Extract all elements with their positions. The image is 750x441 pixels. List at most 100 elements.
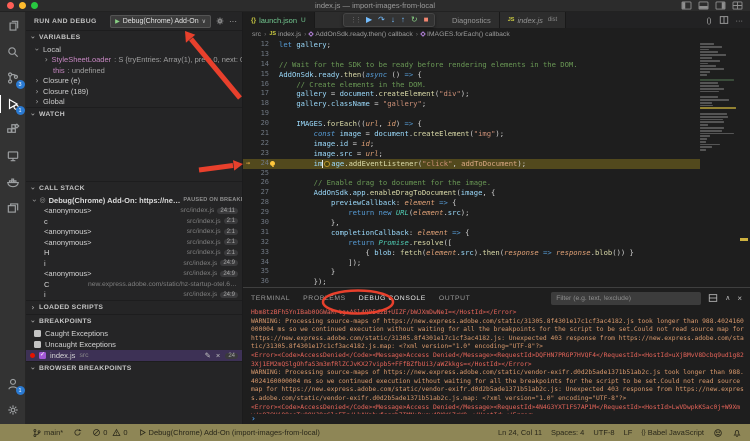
loaded-scripts-header[interactable]: › LOADED SCRIPTS bbox=[26, 301, 242, 314]
git-branch-item[interactable]: main* bbox=[32, 428, 63, 438]
breadcrumb-item[interactable]: JS index.js bbox=[269, 31, 301, 38]
views-more-icon[interactable]: ··· bbox=[229, 17, 237, 26]
indentation-item[interactable]: Spaces: 4 bbox=[551, 428, 584, 437]
browser-breakpoints-header[interactable]: › BROWSER BREAKPOINTS bbox=[26, 362, 242, 375]
watch-header[interactable]: › WATCH bbox=[26, 108, 242, 121]
stack-frame-row[interactable]: <anonymous> src/index.js 2:1 bbox=[26, 237, 242, 248]
restart-button[interactable]: ↻ bbox=[411, 16, 418, 24]
step-out-button[interactable]: ↑ bbox=[401, 16, 405, 24]
stack-frame-row[interactable]: i src/index.js 24:9 bbox=[26, 290, 242, 301]
breadcrumb-item[interactable]: src bbox=[252, 31, 261, 38]
breakpoint-checkbox[interactable] bbox=[34, 330, 41, 337]
source-control-icon[interactable]: 3 bbox=[4, 69, 25, 89]
breadcrumb-item[interactable]: AddOnSdk.ready.then() callback bbox=[308, 31, 413, 38]
variable-row[interactable]: › StyleSheetLoader: S {tryEntries: Array(… bbox=[26, 55, 242, 66]
remote-explorer-icon[interactable] bbox=[4, 147, 22, 165]
search-icon[interactable] bbox=[4, 43, 22, 61]
breakpoint-row[interactable]: Caught Exceptions bbox=[26, 328, 242, 339]
js-file-icon: JS bbox=[269, 31, 277, 37]
line-number: 32 bbox=[260, 237, 269, 246]
tab-index-js[interactable]: JS index.js dist bbox=[499, 12, 567, 28]
debug-config-dropdown[interactable]: ▶ Debug(Chrome) Add-On ∨ bbox=[110, 14, 211, 28]
overview-ruler[interactable] bbox=[738, 40, 750, 287]
edit-breakpoint-icon[interactable]: ✎ bbox=[205, 351, 211, 360]
variable-row[interactable]: this: undefined bbox=[26, 65, 242, 76]
more-actions-icon[interactable]: ··· bbox=[736, 16, 744, 25]
run-and-debug-icon[interactable]: 1 bbox=[0, 95, 25, 115]
close-panel-icon[interactable]: × bbox=[737, 294, 742, 303]
panel-tab-debug-console[interactable]: DEBUG CONSOLE bbox=[359, 295, 426, 302]
debug-console[interactable]: Hbm8tzBFh5YnIBab0OGWaMrtg+ASl4QD5d2B+UIZ… bbox=[243, 308, 750, 424]
variable-row[interactable]: › Local bbox=[26, 44, 242, 55]
notifications-item[interactable] bbox=[732, 428, 742, 438]
cursor-position-item[interactable]: Ln 24, Col 11 bbox=[498, 428, 542, 437]
lightbulb-icon[interactable] bbox=[270, 160, 275, 168]
panel-tab-output[interactable]: OUTPUT bbox=[439, 295, 471, 302]
close-window-icon[interactable] bbox=[7, 2, 14, 9]
problems-item[interactable]: 0 0 bbox=[92, 428, 128, 437]
breakpoints-header[interactable]: › BREAKPOINTS bbox=[26, 315, 242, 328]
start-debug-icon[interactable]: ▶ bbox=[115, 18, 120, 25]
extensions-icon[interactable] bbox=[4, 121, 22, 139]
variables-header[interactable]: › VARIABLES bbox=[26, 31, 242, 44]
customize-layout-icon[interactable] bbox=[732, 1, 743, 10]
feedback-item[interactable] bbox=[713, 428, 723, 438]
stack-frame-row[interactable]: Cnew.express.adobe.com/static/hz-startup… bbox=[26, 279, 242, 290]
language-mode-item[interactable]: {} Babel JavaScript bbox=[641, 428, 704, 437]
inline-breakpoint-icon[interactable] bbox=[324, 160, 331, 167]
split-panel-icon[interactable] bbox=[708, 293, 718, 303]
toggle-panel-icon[interactable] bbox=[698, 1, 709, 10]
code-editor[interactable]: 12 let gallery; 13 14// Wait for the SDK to… bbox=[243, 40, 750, 287]
console-filter-input[interactable] bbox=[551, 291, 702, 305]
toolbar-drag-handle[interactable]: ⋮⋮ bbox=[350, 16, 362, 24]
paused-state-badge: PAUSED ON BREAKPOINT bbox=[183, 197, 242, 204]
breadcrumb-item[interactable]: IMAGES.forEach() callback bbox=[420, 31, 510, 38]
encoding-item[interactable]: UTF-8 bbox=[593, 428, 614, 437]
breakpoint-gutter[interactable]: → bbox=[243, 159, 253, 169]
debug-toolbar: ⋮⋮ ▶ ↷ ↓ ↑ ↻ ■ bbox=[343, 13, 436, 27]
step-over-button[interactable]: ↷ bbox=[378, 16, 385, 24]
errors-icon bbox=[93, 429, 101, 436]
sync-item[interactable] bbox=[73, 428, 82, 437]
stack-frame-row[interactable]: c src/index.js 2:1 bbox=[26, 216, 242, 227]
stack-frame-row[interactable]: Hsrc/index.js 2:1 bbox=[26, 248, 242, 259]
stack-frame-row[interactable]: <anonymous> src/index.js 24:9 bbox=[26, 269, 242, 280]
breakpoint-row[interactable]: ✓ index.js src ✎ × 24 bbox=[26, 350, 242, 361]
breakpoint-checkbox[interactable] bbox=[34, 341, 41, 348]
toggle-secondary-sidebar-icon[interactable] bbox=[715, 1, 726, 10]
accounts-icon[interactable]: 1 bbox=[4, 375, 25, 395]
panel-tab-problems[interactable]: PROBLEMS bbox=[303, 295, 346, 302]
minimize-window-icon[interactable] bbox=[19, 2, 26, 9]
variable-row[interactable]: › Closure (189) bbox=[26, 86, 242, 97]
call-stack-header[interactable]: › CALL STACK bbox=[26, 182, 242, 195]
step-into-button[interactable]: ↓ bbox=[391, 16, 395, 24]
code-line: 26 // Enable drag to document for the im… bbox=[243, 178, 700, 188]
toggle-sidebar-icon[interactable] bbox=[681, 1, 692, 10]
panel-tab-terminal[interactable]: TERMINAL bbox=[251, 295, 290, 302]
docker-icon[interactable] bbox=[4, 173, 22, 191]
parens-action-icon[interactable]: () bbox=[707, 16, 712, 25]
breakpoint-checkbox[interactable]: ✓ bbox=[39, 352, 46, 359]
stack-frame-row[interactable]: i src/index.js 24:9 bbox=[26, 258, 242, 269]
explorer-icon[interactable] bbox=[4, 17, 22, 35]
variable-row[interactable]: › Closure (e) bbox=[26, 76, 242, 87]
console-prompt[interactable]: › bbox=[251, 415, 256, 424]
stop-button[interactable]: ■ bbox=[424, 16, 429, 24]
zoom-window-icon[interactable] bbox=[31, 2, 38, 9]
maximize-panel-icon[interactable]: ∧ bbox=[725, 294, 730, 302]
continue-button[interactable]: ▶ bbox=[366, 16, 372, 24]
editor-groups-icon[interactable] bbox=[4, 199, 22, 217]
breakpoint-row[interactable]: Uncaught Exceptions bbox=[26, 339, 242, 350]
remove-breakpoint-icon[interactable]: × bbox=[216, 351, 220, 360]
stack-frame-row[interactable]: <anonymous> src/index.js 24:11 bbox=[26, 206, 242, 217]
split-editor-icon[interactable] bbox=[719, 15, 729, 25]
eol-item[interactable]: LF bbox=[624, 428, 633, 437]
minimap[interactable] bbox=[700, 40, 738, 287]
settings-icon[interactable] bbox=[4, 401, 22, 419]
configure-gear-icon[interactable] bbox=[215, 16, 225, 26]
tab-launch-json[interactable]: {} launch.json U bbox=[243, 12, 315, 28]
debug-session-row[interactable]: › ◎ Debug(Chrome) Add-On: https://ne… PA… bbox=[26, 195, 242, 206]
variable-row[interactable]: › Global bbox=[26, 97, 242, 108]
debug-target-item[interactable]: Debug(Chrome) Add-On (import-images-from… bbox=[138, 428, 320, 437]
stack-frame-row[interactable]: <anonymous> src/index.js 2:1 bbox=[26, 227, 242, 238]
